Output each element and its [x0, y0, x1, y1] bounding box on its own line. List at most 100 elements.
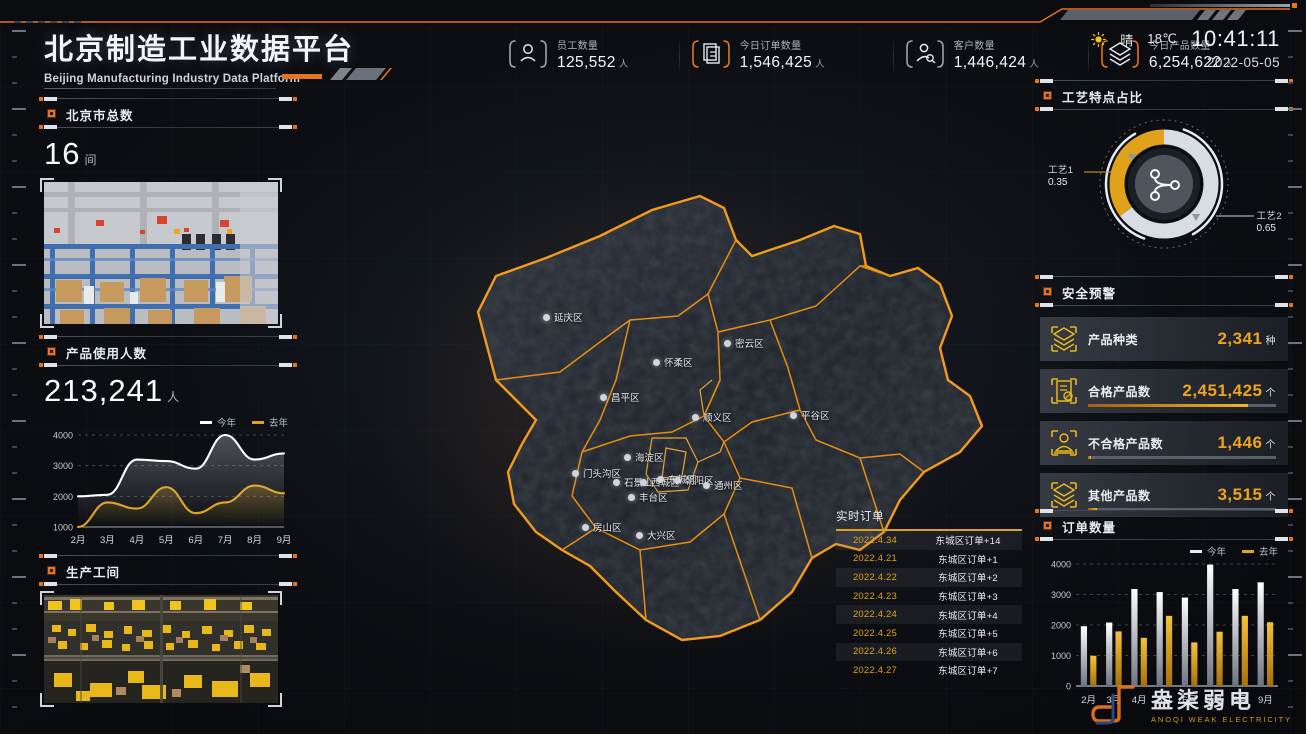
district-label: 延庆区: [554, 310, 583, 324]
svg-text:4000: 4000: [53, 431, 73, 441]
district-dot-icon: [543, 314, 550, 321]
map-district[interactable]: 通州区: [703, 478, 743, 492]
order-date: 2022.4.21: [836, 553, 914, 564]
table-row[interactable]: 2022.4.23 东城区订单+3: [836, 587, 1022, 606]
bullet-icon: [48, 110, 55, 117]
legend-item-1[interactable]: 去年: [252, 415, 288, 429]
panel-header: 工艺特点占比: [1040, 80, 1288, 110]
safety-value: 3,515个: [1217, 485, 1276, 505]
left-tick-rail: [4, 0, 26, 734]
table-row[interactable]: 2022.4.34 东城区订单+14: [836, 531, 1022, 550]
safety-item-0[interactable]: 产品种类 2,341种: [1040, 317, 1288, 361]
district-dot-icon: [692, 414, 699, 421]
order-date: 2022.4.25: [836, 628, 914, 639]
legend-label: 去年: [269, 415, 288, 429]
legend-item-1[interactable]: 去年: [1242, 544, 1278, 558]
district-label: 通州区: [714, 478, 743, 492]
legend-item-0[interactable]: 今年: [200, 415, 236, 429]
order-text: 东城区订单+7: [914, 663, 1022, 677]
panel-title: 北京市总数: [66, 105, 134, 124]
map-district[interactable]: 海淀区: [624, 450, 664, 464]
map-district[interactable]: 房山区: [582, 520, 622, 534]
safety-value: 1,446个: [1217, 433, 1276, 453]
legend-swatch: [1242, 550, 1254, 553]
safety-value: 2,451,425个: [1182, 381, 1276, 401]
warehouse-3d-render: [44, 182, 278, 324]
svg-text:3月: 3月: [100, 535, 115, 546]
certificate-icon: [1048, 375, 1080, 407]
panel-product-users: 产品使用人数 213,241人 今年 去年 10002000300040002月…: [44, 336, 292, 554]
city-total-value: 16间: [44, 136, 292, 172]
legend-item-0[interactable]: 今年: [1190, 544, 1226, 558]
svg-text:7月: 7月: [218, 535, 233, 546]
panel-header: 生产工间: [44, 555, 292, 585]
legend-swatch: [200, 421, 212, 424]
svg-text:0: 0: [1066, 682, 1071, 692]
order-text: 东城区订单+5: [914, 626, 1022, 640]
map-district[interactable]: 顺义区: [692, 410, 732, 424]
map-district[interactable]: 平谷区: [790, 408, 830, 422]
map-district[interactable]: 昌平区: [600, 390, 640, 404]
svg-text:2000: 2000: [53, 492, 73, 502]
order-text: 东城区订单+1: [914, 552, 1022, 566]
district-dot-icon: [653, 359, 660, 366]
safety-label: 合格产品数: [1088, 383, 1151, 400]
order-text: 东城区订单+4: [914, 608, 1022, 622]
weather-condition: 晴: [1120, 30, 1133, 49]
employee-icon: [508, 37, 548, 71]
svg-text:4月: 4月: [129, 535, 144, 546]
stat-label: 客户数量: [954, 41, 995, 52]
weather-temperature: 18℃: [1147, 31, 1177, 47]
map-district[interactable]: 延庆区: [543, 310, 583, 324]
donut-label-2: 工艺2 0.65: [1257, 208, 1282, 234]
district-dot-icon: [572, 470, 579, 477]
map-district[interactable]: 密云区: [724, 336, 764, 350]
table-row[interactable]: 2022.4.27 东城区订单+7: [836, 661, 1022, 680]
table-row[interactable]: 2022.4.26 东城区订单+6: [836, 643, 1022, 662]
safety-label: 不合格产品数: [1088, 435, 1163, 452]
svg-text:6月: 6月: [188, 535, 203, 546]
process-ratio-donut-chart: 工艺1 0.35 工艺2 0.65: [1040, 112, 1288, 267]
table-row[interactable]: 2022.4.25 东城区订单+5: [836, 624, 1022, 643]
district-dot-icon: [582, 524, 589, 531]
table-row[interactable]: 2022.4.22 东城区订单+2: [836, 568, 1022, 587]
table-row[interactable]: 2022.4.21 东城区订单+1: [836, 550, 1022, 569]
svg-text:1000: 1000: [53, 523, 73, 533]
realtime-orders-table[interactable]: 实时订单 2022.4.34 东城区订单+14 2022.4.21 东城区订单+…: [836, 508, 1022, 680]
safety-item-1[interactable]: 合格产品数 2,451,425个: [1040, 369, 1288, 413]
map-district[interactable]: 丰台区: [628, 490, 668, 504]
district-dot-icon: [657, 476, 664, 483]
customer-icon: [905, 37, 945, 71]
map-district[interactable]: 大兴区: [636, 528, 676, 542]
panel-title: 工艺特点占比: [1062, 87, 1143, 106]
stat-value: 1,446,424人: [954, 54, 1039, 71]
district-dot-icon: [636, 532, 643, 539]
factory-floor-photo: [44, 595, 278, 703]
map-district[interactable]: 怀柔区: [653, 355, 693, 369]
panel-title: 生产工间: [66, 562, 120, 581]
stat-label: 员工数量: [557, 41, 598, 52]
order-text: 东城区订单+6: [914, 645, 1022, 659]
table-row[interactable]: 2022.4.24 东城区订单+4: [836, 605, 1022, 624]
order-date: 2022.4.22: [836, 572, 914, 583]
safety-items-list: 产品种类 2,341种 合格产品数 2,451,425个 不合格产品数 1,44…: [1040, 317, 1288, 517]
panel-title: 安全预警: [1062, 283, 1116, 302]
stat-value: 125,552人: [557, 54, 629, 71]
district-label: 大兴区: [647, 528, 676, 542]
legend-label: 去年: [1259, 544, 1278, 558]
bullet-icon: [48, 567, 55, 574]
svg-text:5月: 5月: [159, 535, 174, 546]
clock-time: 10:41:11: [1191, 28, 1280, 50]
weather-time-block: 晴 18℃ 10:41:11 2022-05-05: [1091, 28, 1280, 70]
panel-header: 产品使用人数: [44, 336, 292, 366]
safety-item-2[interactable]: 不合格产品数 1,446个: [1040, 421, 1288, 465]
district-label: 丰台区: [639, 490, 668, 504]
district-label: 平谷区: [801, 408, 830, 422]
product-users-line-chart: 今年 去年 10002000300040002月3月4月5月6月7月8月9月: [44, 415, 292, 554]
district-dot-icon: [628, 494, 635, 501]
district-dot-icon: [703, 482, 710, 489]
safety-label: 产品种类: [1088, 331, 1138, 348]
bullet-icon: [1044, 92, 1051, 99]
district-dot-icon: [624, 454, 631, 461]
district-dot-icon: [674, 477, 681, 484]
